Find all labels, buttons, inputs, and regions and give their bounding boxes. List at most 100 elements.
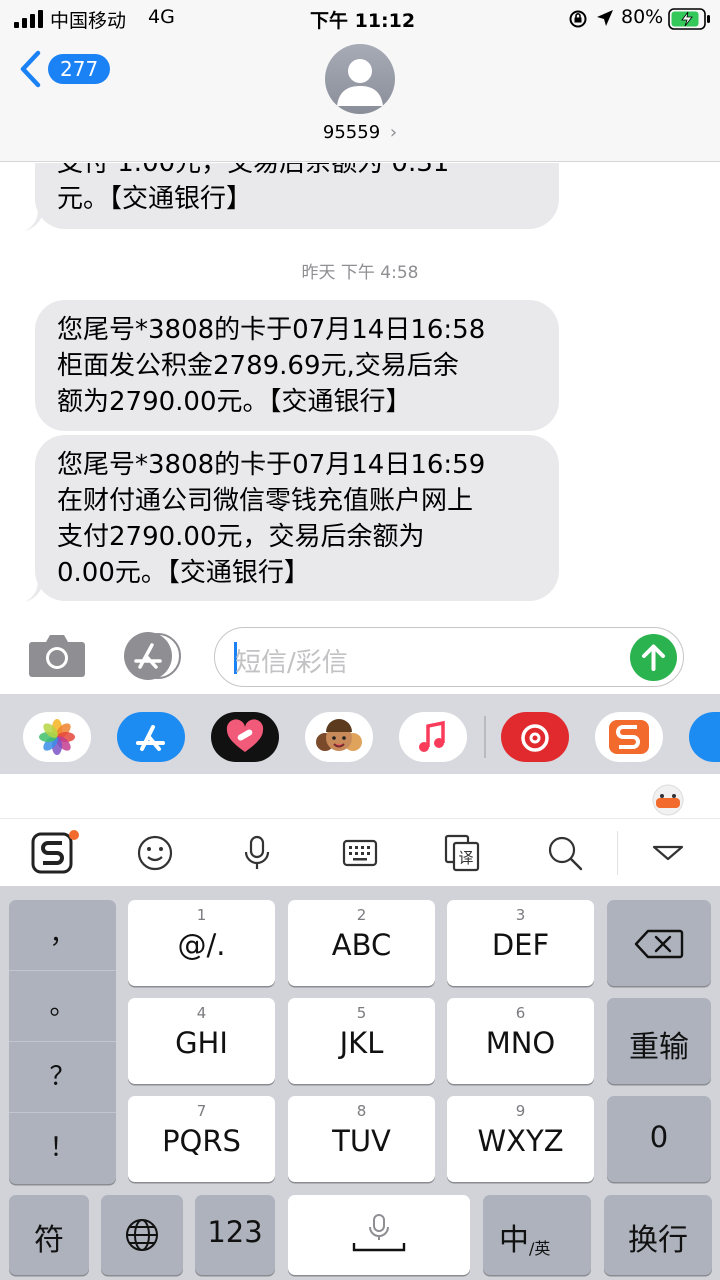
key-7[interactable]: 7 PQRS: [128, 1096, 275, 1182]
message-text: 柜面发公积金2789.69元,交易后余: [57, 351, 459, 381]
back-button[interactable]: 277: [18, 50, 111, 88]
camera-icon[interactable]: [28, 632, 86, 678]
number-switch-key[interactable]: 123: [195, 1195, 275, 1275]
key-number: 2: [356, 906, 367, 924]
imessage-app-drawer: [0, 694, 720, 774]
key-label: @/.: [177, 928, 226, 962]
language-switch-key[interactable]: 中 /英: [483, 1195, 591, 1275]
collapse-keyboard-icon[interactable]: [648, 833, 688, 873]
punctuation-column: ， 。 ？ ！: [9, 900, 116, 1184]
location-icon: [597, 10, 613, 26]
key-label: WXYZ: [477, 1124, 564, 1158]
key-label: TUV: [332, 1124, 391, 1158]
message-bubble[interactable]: 支付 1.00元，交易后余额为 0.31 元。【交通银行】: [35, 163, 559, 229]
enter-key[interactable]: 换行: [604, 1195, 712, 1275]
conversation-header: 277 95559 ›: [0, 36, 720, 162]
symbols-key[interactable]: 符: [9, 1195, 89, 1275]
punct-period-key[interactable]: 。: [9, 971, 116, 1042]
key-label: ABC: [331, 928, 392, 962]
key-9[interactable]: 9 WXYZ: [447, 1096, 594, 1182]
network-type: 4G: [148, 6, 175, 28]
partial-app-icon[interactable]: [689, 712, 720, 762]
message-text: 额为2790.00元。【交通银行】: [57, 387, 412, 417]
key-number: 4: [196, 1004, 207, 1022]
punct-comma-key[interactable]: ，: [9, 900, 116, 971]
signal-strength-icon: [14, 10, 43, 28]
key-5[interactable]: 5 JKL: [288, 998, 435, 1084]
toolbar-divider: [617, 831, 618, 875]
backspace-icon: [634, 929, 684, 959]
contact-name: 95559: [322, 122, 381, 143]
memoji-app-icon[interactable]: [305, 712, 373, 762]
unread-count-badge: 277: [48, 54, 111, 84]
keyboard-icon[interactable]: [340, 833, 380, 873]
bubble-tail: [24, 209, 44, 231]
key-label: GHI: [175, 1026, 228, 1060]
send-button[interactable]: [630, 634, 677, 681]
battery-percent: 80%: [621, 6, 664, 28]
key-2[interactable]: 2 ABC: [288, 900, 435, 986]
microphone-icon[interactable]: [237, 833, 277, 873]
svg-text:译: 译: [458, 849, 473, 867]
punct-exclaim-key[interactable]: ！: [9, 1113, 116, 1184]
key-label: JKL: [339, 1026, 384, 1060]
sogou-app-icon[interactable]: [595, 712, 663, 762]
compose-bar: 短信/彩信: [0, 620, 720, 694]
netease-music-app-icon[interactable]: [501, 712, 569, 762]
key-number: 9: [515, 1102, 526, 1120]
key-label: 123: [207, 1215, 263, 1249]
key-3[interactable]: 3 DEF: [447, 900, 594, 986]
punct-question-key[interactable]: ？: [9, 1042, 116, 1113]
emoji-icon[interactable]: [135, 833, 175, 873]
key-label: 0: [649, 1120, 669, 1154]
message-list-top: 支付 1.00元，交易后余额为 0.31 元。【交通银行】: [0, 163, 720, 233]
heart-sticker-app-icon[interactable]: [211, 712, 279, 762]
key-sublabel: /英: [529, 1239, 551, 1258]
battery-charging-icon: [668, 8, 710, 30]
orientation-lock-icon: [569, 10, 587, 28]
key-number: 8: [356, 1102, 367, 1120]
message-text: 您尾号*3808的卡于07月14日16:58: [57, 315, 486, 345]
music-app-icon[interactable]: [399, 712, 467, 762]
message-text: 在财付通公司微信零钱充值账户网上: [57, 486, 474, 516]
key-6[interactable]: 6 MNO: [447, 998, 594, 1084]
message-bubble[interactable]: 您尾号*3808的卡于07月14日16:58 柜面发公积金2789.69元,交易…: [35, 300, 559, 431]
input-placeholder: 短信/彩信: [235, 648, 348, 678]
key-8[interactable]: 8 TUV: [288, 1096, 435, 1182]
key-4[interactable]: 4 GHI: [128, 998, 275, 1084]
space-key[interactable]: [288, 1195, 470, 1275]
arrow-up-icon: [642, 644, 665, 671]
search-icon[interactable]: [545, 833, 585, 873]
mascot-icon: [652, 784, 684, 816]
message-text: 支付 1.00元，交易后余额为 0.31: [57, 163, 450, 178]
app-store-icon[interactable]: [120, 632, 186, 680]
key-1[interactable]: 1 @/.: [128, 900, 275, 986]
photos-app-icon[interactable]: [23, 712, 91, 762]
reenter-key[interactable]: 重输: [607, 998, 711, 1084]
chevron-right-icon: ›: [389, 122, 398, 143]
globe-key[interactable]: [101, 1195, 183, 1275]
message-bubble[interactable]: 您尾号*3808的卡于07月14日16:59 在财付通公司微信零钱充值账户网上 …: [35, 435, 559, 601]
app-store-app-icon[interactable]: [117, 712, 185, 762]
drawer-divider: [484, 716, 486, 758]
key-label: 符: [34, 1223, 64, 1258]
key-number: 1: [196, 906, 207, 924]
key-label: 中: [499, 1223, 529, 1258]
voice-space-icon: [352, 1214, 406, 1252]
translate-icon[interactable]: 译: [442, 833, 482, 873]
contact-name-button[interactable]: 95559 ›: [0, 122, 720, 143]
message-input[interactable]: 短信/彩信: [214, 627, 684, 687]
key-number: 3: [515, 906, 526, 924]
backspace-key[interactable]: [607, 900, 711, 986]
avatar[interactable]: [325, 44, 395, 114]
sogou-logo-icon[interactable]: [30, 829, 82, 877]
person-icon: [337, 59, 383, 106]
clock: 下午 11:12: [310, 10, 416, 32]
zero-key[interactable]: 0: [607, 1096, 711, 1182]
chevron-left-icon: [20, 50, 41, 88]
message-text: 支付2790.00元，交易后余额为: [57, 522, 425, 552]
key-number: 5: [356, 1004, 367, 1022]
key-label: MNO: [485, 1026, 556, 1060]
key-label: 换行: [628, 1223, 688, 1258]
key-label: PQRS: [162, 1124, 241, 1158]
